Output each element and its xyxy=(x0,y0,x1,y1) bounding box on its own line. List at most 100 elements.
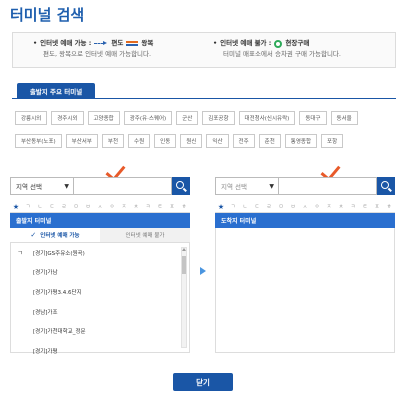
favorite-star-icon[interactable]: ★ xyxy=(215,201,227,212)
tab-online-available[interactable]: ✓ 인터넷 예매 가능 xyxy=(10,228,100,242)
search-icon xyxy=(381,181,389,189)
terminal-name: [경기]가천대학교_정문 xyxy=(33,329,86,336)
tab-major-terminals[interactable]: 출발지 주요 터미널 xyxy=(17,83,95,99)
scroll-thumb[interactable] xyxy=(182,256,186,274)
arrival-search-button[interactable] xyxy=(377,177,395,195)
terminal-button[interactable]: 고양종합 xyxy=(87,111,120,125)
terminal-list-item[interactable]: [경기]가천대학교_정문 xyxy=(11,321,189,341)
oneway-arrow-icon xyxy=(94,41,108,46)
departure-panel: 지역 선택 ▼ ★ ㄱㄴㄷㄹㅁㅂㅅㅇㅈㅊㅋㅌㅍㅎ 출발지 터미널 ✓ 인터넷 예매… xyxy=(10,177,190,355)
terminal-button[interactable]: 부산서부 xyxy=(65,134,98,148)
terminal-button[interactable]: 경주시외 xyxy=(51,111,84,125)
consonant-filter-button[interactable]: ㅋ xyxy=(142,201,154,212)
terminal-name: [경기]가평 xyxy=(33,348,58,355)
chevron-down-icon: ▼ xyxy=(64,182,69,190)
terminal-button[interactable]: 통영종합 xyxy=(284,134,318,148)
terminal-button[interactable]: 익산 xyxy=(206,134,229,148)
consonant-filter-button[interactable]: ㅁ xyxy=(275,201,287,212)
departure-search-input[interactable] xyxy=(74,177,172,195)
terminal-row-1: 강릉시외 경주시외 고양종합 광주(유·스퀘어) 군산 김포공항 대전청사(신시유락) 동대구… xyxy=(15,111,387,125)
legend-online-unavailable: • 인터넷 예매 불가 : 현장구매 터미널 매표소에서 승차권 구매 가능합니… xyxy=(213,39,341,58)
departure-subtabs: ✓ 인터넷 예매 가능 인터넷 예매 불가 xyxy=(10,228,190,243)
terminal-button[interactable]: 동대구 xyxy=(299,111,327,125)
consonant-filter-button[interactable]: ㅍ xyxy=(166,201,178,212)
consonant-filter-button[interactable]: ㅈ xyxy=(323,201,335,212)
consonant-filter-button[interactable]: ㅊ xyxy=(130,201,142,212)
consonant-filter-button[interactable]: ㅇ xyxy=(311,201,323,212)
page-title: 터미널 검색 xyxy=(10,6,85,24)
onsite-circle-icon xyxy=(274,39,283,48)
arrival-panel-header: 도착지 터미널 xyxy=(215,213,395,228)
consonant-filter-button[interactable]: ㄱ xyxy=(22,201,34,212)
legend-online-prefix: 인터넷 예매 가능 : xyxy=(40,39,92,47)
consonant-filter-button[interactable]: ㄷ xyxy=(46,201,58,212)
terminal-list-item[interactable]: [경기]가평 xyxy=(11,341,189,361)
departure-search-button[interactable] xyxy=(172,177,190,195)
legend-oneway-label: 편도 xyxy=(111,39,124,47)
terminal-button[interactable]: 원신 xyxy=(180,134,203,148)
terminal-button[interactable]: 전주 xyxy=(232,134,255,148)
consonant-filter-button[interactable]: ㅇ xyxy=(106,201,118,212)
close-button[interactable]: 닫기 xyxy=(173,373,233,391)
consonant-filter-button[interactable]: ㄹ xyxy=(263,201,275,212)
terminal-button[interactable]: 강릉시외 xyxy=(15,111,48,125)
consonant-filter-button[interactable]: ㅌ xyxy=(154,201,166,212)
booking-legend-box: • 인터넷 예매 가능 : 편도 왕복 편도, 왕복으로 인터넷 예매 가능합니… xyxy=(12,32,396,68)
tab-online-unavailable[interactable]: 인터넷 예매 불가 xyxy=(100,228,190,242)
arrival-search-input[interactable] xyxy=(279,177,377,195)
terminal-button[interactable]: 김포공항 xyxy=(202,111,235,125)
arrival-consonant-filter: ★ ㄱㄴㄷㄹㅁㅂㅅㅇㅈㅊㅋㅌㅍㅎ xyxy=(215,201,395,213)
consonant-filter-button[interactable]: ㅊ xyxy=(335,201,347,212)
consonant-filter-button[interactable]: ㅎ xyxy=(178,201,190,212)
terminal-button[interactable]: 포항 xyxy=(321,134,344,148)
scroll-up-icon[interactable] xyxy=(182,248,186,251)
consonant-filter-button[interactable]: ㅂ xyxy=(82,201,94,212)
chevron-down-icon: ▼ xyxy=(269,182,274,190)
terminal-button[interactable]: 수원 xyxy=(128,134,151,148)
terminal-button[interactable]: 부천 xyxy=(101,134,125,148)
consonant-filter-button[interactable]: ㅅ xyxy=(94,201,106,212)
terminal-name: [경기]가평3.4.6단지 xyxy=(33,289,82,296)
terminal-list-item[interactable]: [경기]가남 xyxy=(11,263,189,283)
favorite-star-icon[interactable]: ★ xyxy=(10,201,22,212)
consonant-filter-button[interactable]: ㄷ xyxy=(251,201,263,212)
terminal-list-item[interactable]: [경남]가조 xyxy=(11,302,189,322)
terminal-row-2: 부산동부(노포) 부산서부 부천 수원 인동 원신 익산 전주 춘천 통영종합 포항 xyxy=(15,134,387,148)
consonant-filter-button[interactable]: ㅈ xyxy=(118,201,130,212)
arrival-search-row: 지역 선택 ▼ xyxy=(215,177,395,195)
consonant-filter-button[interactable]: ㅌ xyxy=(359,201,371,212)
consonant-filter-button[interactable]: ㅋ xyxy=(347,201,359,212)
departure-consonant-filter: ★ ㄱㄴㄷㄹㅁㅂㅅㅇㅈㅊㅋㅌㅍㅎ xyxy=(10,201,190,213)
arrival-terminal-list xyxy=(215,228,395,353)
consonant-filter-button[interactable]: ㄹ xyxy=(58,201,70,212)
consonant-filter-button[interactable]: ㅍ xyxy=(371,201,383,212)
arrival-region-select[interactable]: 지역 선택 ▼ xyxy=(215,177,279,195)
consonant-filter-button[interactable]: ㄴ xyxy=(34,201,46,212)
terminal-button[interactable]: 군산 xyxy=(176,111,199,125)
roundtrip-arrows-icon xyxy=(126,41,139,46)
terminal-list-item[interactable]: [경기]가평3.4.6단지 xyxy=(11,282,189,302)
departure-search-row: 지역 선택 ▼ xyxy=(10,177,190,195)
terminal-list-item[interactable]: ㄱ [경기]GS주유소(원곡) xyxy=(11,243,189,263)
terminal-button[interactable]: 춘천 xyxy=(258,134,281,148)
consonant-filter-button[interactable]: ㄴ xyxy=(239,201,251,212)
legend-roundtrip-label: 왕복 xyxy=(141,39,154,47)
terminal-button[interactable]: 광주(유·스퀘어) xyxy=(123,111,173,125)
departure-terminal-list: ㄱ [경기]GS주유소(원곡) [경기]가남 [경기]가평3.4.6단지 [경남]가조 [… xyxy=(10,243,190,355)
terminal-button[interactable]: 동서울 xyxy=(330,111,358,125)
terminal-button[interactable]: 인동 xyxy=(154,134,177,148)
terminal-button[interactable]: 대전청사(신시유락) xyxy=(238,111,296,125)
legend-onsite-label: 현장구매 xyxy=(285,39,310,47)
consonant-filter-button[interactable]: ㅎ xyxy=(383,201,395,212)
arrow-right-icon xyxy=(200,267,206,275)
consonant-filter-button[interactable]: ㅁ xyxy=(70,201,82,212)
consonant-filter-button[interactable]: ㄱ xyxy=(227,201,239,212)
consonant-filter-button[interactable]: ㅂ xyxy=(287,201,299,212)
departure-region-select[interactable]: 지역 선택 ▼ xyxy=(10,177,74,195)
terminal-button[interactable]: 부산동부(노포) xyxy=(15,134,62,148)
arrival-panel: 지역 선택 ▼ ★ ㄱㄴㄷㄹㅁㅂㅅㅇㅈㅊㅋㅌㅍㅎ 도착지 터미널 xyxy=(215,177,395,353)
tab-underline xyxy=(12,98,396,99)
list-scrollbar[interactable] xyxy=(181,247,187,348)
check-icon: ✓ xyxy=(30,231,37,239)
consonant-filter-button[interactable]: ㅅ xyxy=(299,201,311,212)
